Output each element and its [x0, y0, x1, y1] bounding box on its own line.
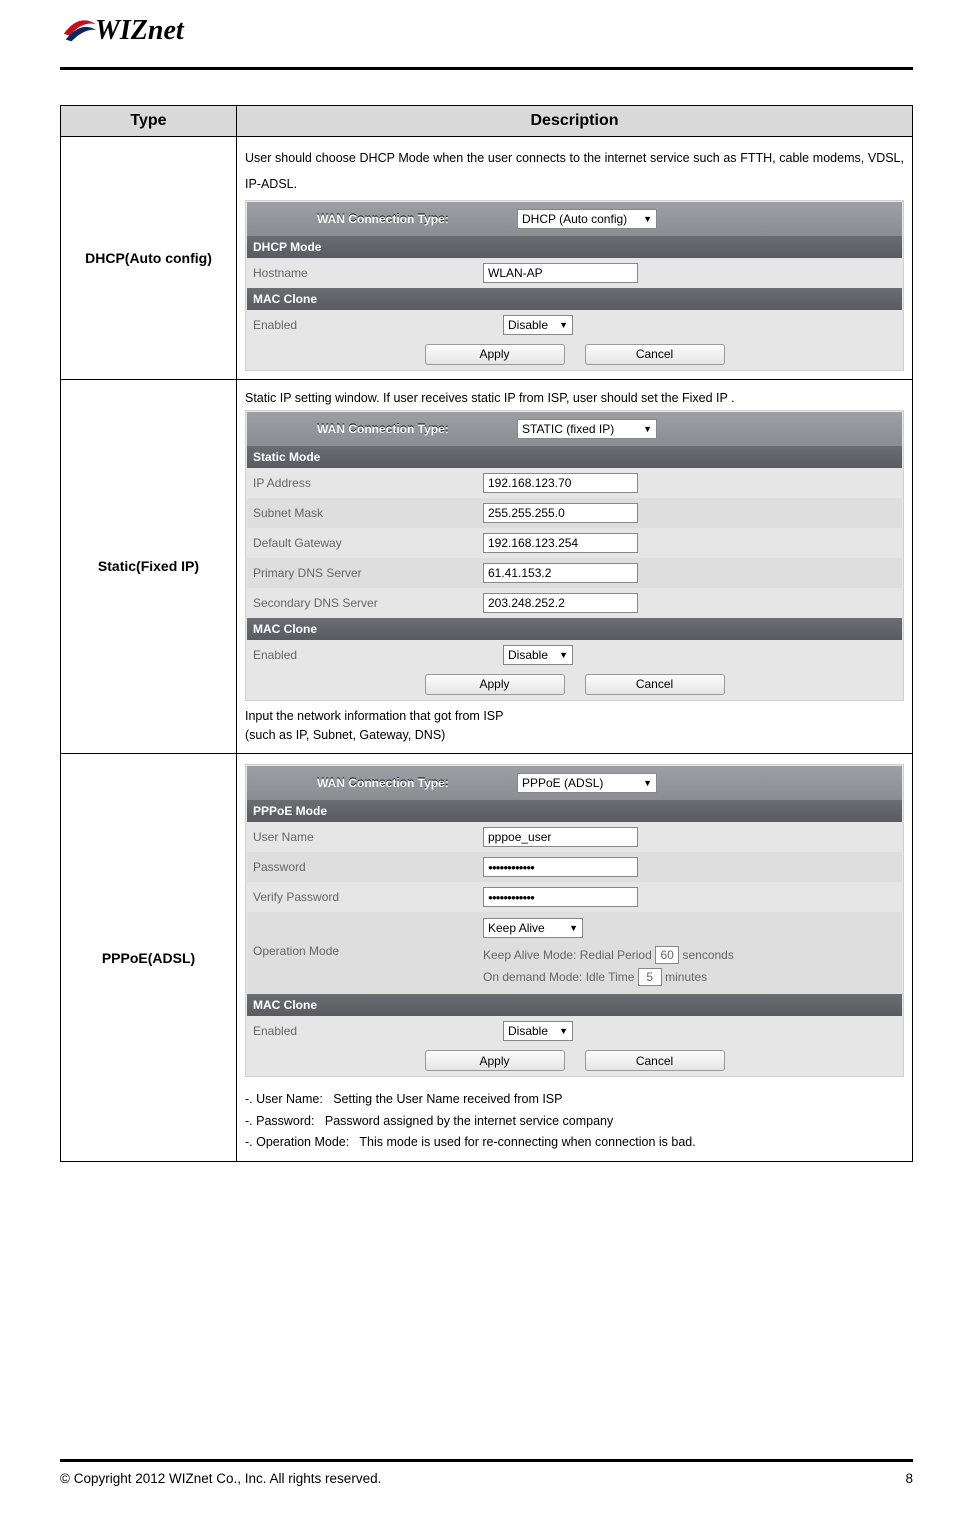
desc-pppoe: WAN Connection Type: PPPoE (ADSL) ▼ PPPo…	[237, 754, 913, 1162]
mac-clone-header: MAC Clone	[247, 288, 902, 310]
apply-button[interactable]: Apply	[425, 674, 565, 695]
chevron-down-icon: ▼	[643, 424, 652, 434]
hostname-input[interactable]: WLAN-AP	[483, 263, 638, 283]
col-desc-header: Description	[237, 106, 913, 137]
hostname-label: Hostname	[253, 266, 483, 280]
apply-button[interactable]: Apply	[425, 344, 565, 365]
pppoe-notes: -. User Name: Setting the User Name rece…	[245, 1089, 904, 1153]
pppoe-mode-header: PPPoE Mode	[247, 800, 902, 822]
op-mode-label: Operation Mode	[253, 918, 483, 958]
cancel-button[interactable]: Cancel	[585, 344, 725, 365]
enabled-select[interactable]: Disable ▼	[503, 645, 573, 665]
wan-label: WAN Connection Type:	[317, 212, 497, 226]
desc-static: Static IP setting window. If user receiv…	[237, 379, 913, 754]
op-mode-value: Keep Alive	[488, 921, 545, 935]
wan-label: WAN Connection Type:	[317, 776, 497, 790]
ip-input[interactable]: 192.168.123.70	[483, 473, 638, 493]
copyright-text: © Copyright 2012 WIZnet Co., Inc. All ri…	[60, 1471, 381, 1486]
dns2-input[interactable]: 203.248.252.2	[483, 593, 638, 613]
type-static: Static(Fixed IP)	[61, 379, 237, 754]
type-dhcp: DHCP(Auto config)	[61, 137, 237, 380]
dhcp-desc-text: User should choose DHCP Mode when the us…	[245, 145, 904, 198]
redial-period-input[interactable]: 60	[655, 946, 679, 964]
chevron-down-icon: ▼	[569, 923, 578, 933]
password-input[interactable]: ●●●●●●●●●●●●	[483, 857, 638, 877]
user-input[interactable]: pppoe_user	[483, 827, 638, 847]
chevron-down-icon: ▼	[559, 650, 568, 660]
keep-alive-suffix: senconds	[682, 948, 733, 962]
subnet-label: Subnet Mask	[253, 506, 483, 520]
dns1-input[interactable]: 61.41.153.2	[483, 563, 638, 583]
static-note2: (such as IP, Subnet, Gateway, DNS)	[245, 726, 904, 745]
gw-input[interactable]: 192.168.123.254	[483, 533, 638, 553]
note-op-label: -. Operation Mode:	[245, 1135, 349, 1149]
cancel-button[interactable]: Cancel	[585, 1050, 725, 1071]
enabled-select[interactable]: Disable ▼	[503, 1021, 573, 1041]
header-divider	[60, 67, 913, 70]
idle-time-input[interactable]: 5	[638, 968, 662, 986]
note-user-text: Setting the User Name received from ISP	[333, 1092, 562, 1106]
dns2-label: Secondary DNS Server	[253, 596, 483, 610]
logo-text: WIZnet	[95, 15, 184, 47]
wan-type-table: Type Description DHCP(Auto config) User …	[60, 105, 913, 1162]
gw-label: Default Gateway	[253, 536, 483, 550]
subnet-input[interactable]: 255.255.255.0	[483, 503, 638, 523]
wan-select[interactable]: DHCP (Auto config) ▼	[517, 209, 657, 229]
enabled-label: Enabled	[253, 648, 483, 662]
mac-clone-header: MAC Clone	[247, 994, 902, 1016]
logo-swoosh	[60, 11, 98, 49]
logo: WIZnet	[60, 15, 913, 65]
enabled-label: Enabled	[253, 1024, 483, 1038]
static-panel: WAN Connection Type: STATIC (fixed IP) ▼…	[245, 410, 904, 701]
wan-label: WAN Connection Type:	[317, 422, 497, 436]
enabled-value: Disable	[508, 1024, 548, 1038]
footer-divider	[60, 1459, 913, 1462]
ondemand-suffix: minutes	[665, 970, 707, 984]
dhcp-panel: WAN Connection Type: DHCP (Auto config) …	[245, 200, 904, 371]
user-label: User Name	[253, 830, 483, 844]
wan-select-value: DHCP (Auto config)	[522, 212, 627, 226]
enabled-select[interactable]: Disable ▼	[503, 315, 573, 335]
verify-password-input[interactable]: ●●●●●●●●●●●●	[483, 887, 638, 907]
note-pw-label: -. Password:	[245, 1114, 314, 1128]
apply-button[interactable]: Apply	[425, 1050, 565, 1071]
wan-select-value: PPPoE (ADSL)	[522, 776, 603, 790]
keep-alive-prefix: Keep Alive Mode: Redial Period	[483, 948, 652, 962]
ip-label: IP Address	[253, 476, 483, 490]
password-label: Password	[253, 860, 483, 874]
note-pw-text: Password assigned by the internet servic…	[325, 1114, 613, 1128]
mac-clone-header: MAC Clone	[247, 618, 902, 640]
enabled-label: Enabled	[253, 318, 483, 332]
wan-select-value: STATIC (fixed IP)	[522, 422, 614, 436]
enabled-value: Disable	[508, 318, 548, 332]
page-number: 8	[905, 1471, 913, 1486]
chevron-down-icon: ▼	[559, 1026, 568, 1036]
static-mode-header: Static Mode	[247, 446, 902, 468]
verify-password-label: Verify Password	[253, 890, 483, 904]
dns1-label: Primary DNS Server	[253, 566, 483, 580]
type-pppoe: PPPoE(ADSL)	[61, 754, 237, 1162]
static-note1: Input the network information that got f…	[245, 707, 904, 726]
chevron-down-icon: ▼	[643, 214, 652, 224]
note-user-label: -. User Name:	[245, 1092, 323, 1106]
enabled-value: Disable	[508, 648, 548, 662]
chevron-down-icon: ▼	[559, 320, 568, 330]
chevron-down-icon: ▼	[643, 778, 652, 788]
ondemand-prefix: On demand Mode: Idle Time	[483, 970, 634, 984]
note-op-text: This mode is used for re-connecting when…	[359, 1135, 695, 1149]
op-mode-select[interactable]: Keep Alive ▼	[483, 918, 583, 938]
wan-select[interactable]: STATIC (fixed IP) ▼	[517, 419, 657, 439]
col-type-header: Type	[61, 106, 237, 137]
pppoe-panel: WAN Connection Type: PPPoE (ADSL) ▼ PPPo…	[245, 764, 904, 1077]
static-desc-text: Static IP setting window. If user receiv…	[245, 388, 904, 408]
dhcp-mode-header: DHCP Mode	[247, 236, 902, 258]
cancel-button[interactable]: Cancel	[585, 674, 725, 695]
desc-dhcp: User should choose DHCP Mode when the us…	[237, 137, 913, 380]
wan-select[interactable]: PPPoE (ADSL) ▼	[517, 773, 657, 793]
